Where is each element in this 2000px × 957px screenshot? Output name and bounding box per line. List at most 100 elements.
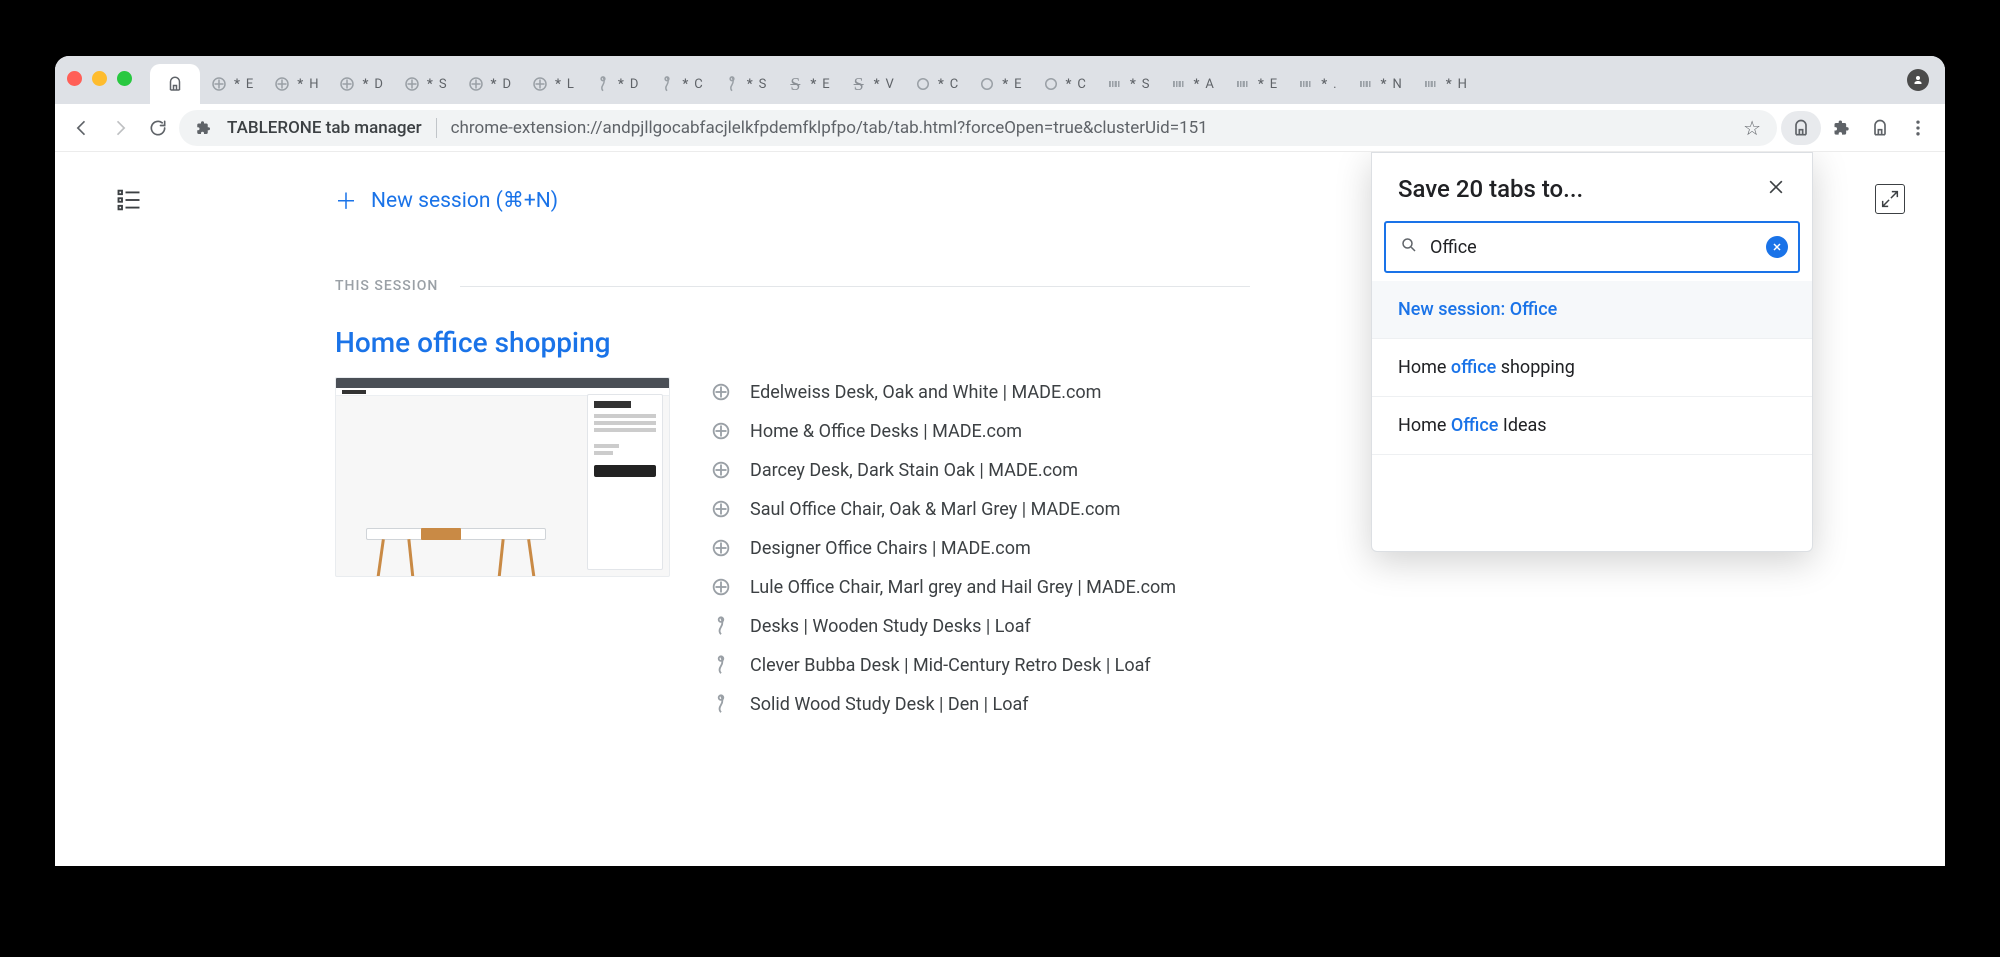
popup-title: Save 20 tabs to... bbox=[1398, 175, 1583, 203]
browser-tab[interactable]: *C bbox=[648, 64, 712, 104]
search-icon bbox=[1400, 236, 1418, 258]
window-zoom-button[interactable] bbox=[117, 71, 132, 86]
popup-close-button[interactable] bbox=[1766, 177, 1786, 201]
made-favicon-icon bbox=[338, 75, 356, 93]
session-tab-row[interactable]: Lule Office Chair, Marl grey and Hail Gr… bbox=[710, 576, 1176, 598]
profile-avatar-button[interactable] bbox=[1907, 69, 1929, 91]
browser-tab[interactable]: *D bbox=[584, 64, 648, 104]
made-favicon-icon bbox=[710, 381, 732, 403]
popup-result-item[interactable]: New session: Office bbox=[1372, 281, 1812, 339]
session-tab-row[interactable]: Edelweiss Desk, Oak and White | MADE.com bbox=[710, 381, 1176, 403]
clear-search-button[interactable] bbox=[1766, 236, 1788, 258]
omnibox[interactable]: TABLERONE tab manager chrome-extension:/… bbox=[179, 110, 1777, 146]
browser-tab[interactable]: *S bbox=[713, 64, 777, 104]
browser-tab[interactable]: *C bbox=[1032, 64, 1096, 104]
tab-row-title: Home & Office Desks | MADE.com bbox=[750, 421, 1022, 442]
new-session-label: New session (⌘+N) bbox=[371, 188, 558, 213]
made-favicon-icon bbox=[403, 75, 421, 93]
new-session-button[interactable]: ＋ New session (⌘+N) bbox=[335, 184, 1455, 216]
o-favicon-icon bbox=[978, 75, 996, 93]
extension-icon bbox=[195, 119, 213, 137]
browser-tab[interactable]: S*E bbox=[776, 64, 839, 104]
bar-favicon-icon bbox=[1234, 75, 1252, 93]
s-favicon-icon: S bbox=[850, 75, 868, 93]
loaf-favicon-icon bbox=[710, 654, 732, 676]
browser-window: *E*H*D*S*D*L*D*C*SS*ES*V*C*E*C*S*A*E*.*N… bbox=[55, 56, 1945, 866]
window-close-button[interactable] bbox=[67, 71, 82, 86]
session-tab-row[interactable]: Designer Office Chairs | MADE.com bbox=[710, 537, 1176, 559]
tab-row-title: Designer Office Chairs | MADE.com bbox=[750, 538, 1031, 559]
browser-tab[interactable]: *D bbox=[457, 64, 521, 104]
page-viewport: ＋ New session (⌘+N) THIS SESSION Home of… bbox=[55, 152, 1945, 866]
session-body: Edelweiss Desk, Oak and White | MADE.com… bbox=[335, 377, 1455, 715]
session-thumbnail[interactable] bbox=[335, 377, 670, 577]
bar-favicon-icon bbox=[1422, 75, 1440, 93]
made-favicon-icon bbox=[467, 75, 485, 93]
bar-favicon-icon bbox=[1357, 75, 1375, 93]
made-favicon-icon bbox=[710, 576, 732, 598]
browser-tab[interactable] bbox=[150, 64, 200, 104]
window-traffic-lights[interactable] bbox=[67, 56, 150, 104]
browser-tab[interactable]: *C bbox=[904, 64, 968, 104]
window-minimize-button[interactable] bbox=[92, 71, 107, 86]
back-button[interactable] bbox=[65, 111, 99, 145]
made-favicon-icon bbox=[710, 459, 732, 481]
browser-tab[interactable]: S*V bbox=[840, 64, 904, 104]
loaf-favicon-icon bbox=[594, 75, 612, 93]
section-header: THIS SESSION bbox=[335, 278, 1455, 294]
made-favicon-icon bbox=[531, 75, 549, 93]
browser-tab[interactable]: *A bbox=[1160, 64, 1224, 104]
browser-tab[interactable]: *H bbox=[263, 64, 328, 104]
bar-favicon-icon bbox=[1297, 75, 1315, 93]
tab-strip: *E*H*D*S*D*L*D*C*SS*ES*V*C*E*C*S*A*E*.*N… bbox=[55, 56, 1945, 104]
browser-tab[interactable]: *S bbox=[393, 64, 457, 104]
browser-tab[interactable]: *N bbox=[1347, 64, 1412, 104]
session-title[interactable]: Home office shopping bbox=[335, 326, 1455, 359]
browser-tab[interactable]: *S bbox=[1096, 64, 1160, 104]
tab-row-title: Saul Office Chair, Oak & Marl Grey | MAD… bbox=[750, 499, 1120, 520]
tab-row-title: Darcey Desk, Dark Stain Oak | MADE.com bbox=[750, 460, 1078, 481]
tab-row-title: Clever Bubba Desk | Mid-Century Retro De… bbox=[750, 655, 1151, 676]
extensions-button[interactable] bbox=[1825, 111, 1859, 145]
forward-button[interactable] bbox=[103, 111, 137, 145]
browser-tab[interactable]: *E bbox=[1224, 64, 1287, 104]
extension-pinned-button[interactable] bbox=[1863, 111, 1897, 145]
bookmark-star-icon[interactable]: ☆ bbox=[1743, 116, 1761, 140]
made-favicon-icon bbox=[710, 537, 732, 559]
loaf-favicon-icon bbox=[723, 75, 741, 93]
browser-tab[interactable]: *E bbox=[968, 64, 1031, 104]
browser-toolbar: TABLERONE tab manager chrome-extension:/… bbox=[55, 104, 1945, 152]
browser-tab[interactable]: *E bbox=[200, 64, 263, 104]
session-tab-row[interactable]: Saul Office Chair, Oak & Marl Grey | MAD… bbox=[710, 498, 1176, 520]
browser-menu-button[interactable] bbox=[1901, 111, 1935, 145]
made-favicon-icon bbox=[710, 420, 732, 442]
o-favicon-icon bbox=[914, 75, 932, 93]
view-list-toggle[interactable] bbox=[115, 186, 195, 218]
popup-results-list: New session: OfficeHome office shoppingH… bbox=[1372, 281, 1812, 455]
expand-view-button[interactable] bbox=[1875, 184, 1905, 214]
session-tab-list: Edelweiss Desk, Oak and White | MADE.com… bbox=[710, 377, 1176, 715]
made-favicon-icon bbox=[210, 75, 228, 93]
reload-button[interactable] bbox=[141, 111, 175, 145]
session-tab-row[interactable]: Clever Bubba Desk | Mid-Century Retro De… bbox=[710, 654, 1176, 676]
tab-row-title: Edelweiss Desk, Oak and White | MADE.com bbox=[750, 382, 1101, 403]
save-tabs-popup: Save 20 tabs to... New session: OfficeHo… bbox=[1371, 152, 1813, 552]
browser-tab[interactable]: *D bbox=[328, 64, 392, 104]
browser-tab[interactable]: *H bbox=[1412, 64, 1477, 104]
browser-tab[interactable]: *. bbox=[1287, 64, 1346, 104]
session-tab-row[interactable]: Desks | Wooden Study Desks | Loaf bbox=[710, 615, 1176, 637]
session-tab-row[interactable]: Darcey Desk, Dark Stain Oak | MADE.com bbox=[710, 459, 1176, 481]
tab-row-title: Solid Wood Study Desk | Den | Loaf bbox=[750, 694, 1029, 715]
omnibox-url: chrome-extension://andpjllgocabfacjlelkf… bbox=[451, 118, 1729, 138]
session-tab-row[interactable]: Solid Wood Study Desk | Den | Loaf bbox=[710, 693, 1176, 715]
popup-search-field[interactable] bbox=[1384, 221, 1800, 273]
section-rule bbox=[460, 286, 1250, 287]
session-tab-row[interactable]: Home & Office Desks | MADE.com bbox=[710, 420, 1176, 442]
popup-result-item[interactable]: Home Office Ideas bbox=[1372, 397, 1812, 455]
browser-tab[interactable]: *L bbox=[521, 64, 584, 104]
popup-search-input[interactable] bbox=[1428, 236, 1756, 259]
popup-result-item[interactable]: Home office shopping bbox=[1372, 339, 1812, 397]
extension-tablerone-button[interactable] bbox=[1781, 111, 1821, 145]
made-favicon-icon bbox=[273, 75, 291, 93]
o-favicon-icon bbox=[1042, 75, 1060, 93]
